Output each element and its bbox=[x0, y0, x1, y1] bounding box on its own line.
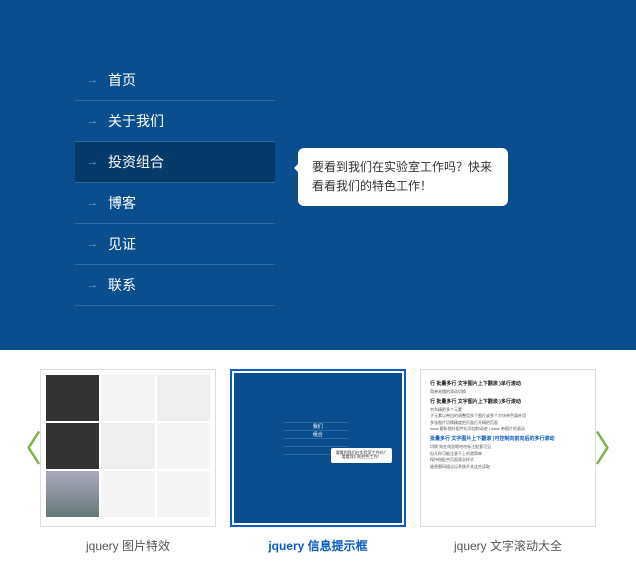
vertical-menu: → 首页 → 关于我们 → 投资组合 → 博客 → 见证 → 联系 bbox=[75, 60, 275, 306]
tooltip-text: 要看到我们在实验室工作吗？快来看看我们的特色工作！ bbox=[312, 160, 492, 193]
thumbnail-carousel: 〈 jquery 图片特效 我们 组合 bbox=[0, 350, 636, 562]
thumbs-container: jquery 图片特效 我们 组合 要看到我们在实验室工作吗？看看我们的特色工作… bbox=[40, 369, 596, 554]
thumb-card-2[interactable]: 我们 组合 要看到我们在实验室工作吗？看看我们的特色工作！ jquery 信息提… bbox=[230, 369, 406, 554]
thumb-label: jquery 图片特效 bbox=[40, 537, 216, 554]
thumb-label: jquery 信息提示框 bbox=[230, 537, 406, 554]
thumb-preview: 我们 组合 要看到我们在实验室工作吗？看看我们的特色工作！ bbox=[230, 369, 406, 527]
thumb-preview bbox=[40, 369, 216, 527]
menu-item-about[interactable]: → 关于我们 bbox=[75, 101, 275, 142]
arrow-right-icon: → bbox=[87, 279, 98, 291]
menu-item-blog[interactable]: → 博客 bbox=[75, 183, 275, 224]
carousel-next-icon[interactable]: 〉 bbox=[590, 420, 634, 472]
thumb-card-3[interactable]: 行 批量多行 文字图片上下翻滚 )单行滚动 简单易懂的滑动切换 行 批量多行 文… bbox=[420, 369, 596, 554]
menu-label: 首页 bbox=[108, 70, 136, 90]
arrow-right-icon: → bbox=[87, 115, 98, 127]
arrow-right-icon: → bbox=[87, 74, 98, 86]
menu-label: 见证 bbox=[108, 234, 136, 254]
arrow-right-icon: → bbox=[87, 156, 98, 168]
thumb-label: jquery 文字滚动大全 bbox=[420, 537, 596, 554]
menu-item-portfolio[interactable]: → 投资组合 bbox=[75, 142, 275, 183]
arrow-right-icon: → bbox=[87, 197, 98, 209]
thumb-card-1[interactable]: jquery 图片特效 bbox=[40, 369, 216, 554]
menu-label: 联系 bbox=[108, 275, 136, 295]
tooltip-bubble: 要看到我们在实验室工作吗？快来看看我们的特色工作！ bbox=[298, 148, 508, 206]
menu-label: 关于我们 bbox=[108, 111, 164, 131]
menu-item-testimonial[interactable]: → 见证 bbox=[75, 224, 275, 265]
thumb-preview: 行 批量多行 文字图片上下翻滚 )单行滚动 简单易懂的滑动切换 行 批量多行 文… bbox=[420, 369, 596, 527]
menu-item-home[interactable]: → 首页 bbox=[75, 60, 275, 101]
menu-label: 投资组合 bbox=[108, 152, 164, 172]
main-panel: → 首页 → 关于我们 → 投资组合 → 博客 → 见证 → 联系 要看到我们在… bbox=[0, 0, 636, 350]
menu-label: 博客 bbox=[108, 193, 136, 213]
menu-item-contact[interactable]: → 联系 bbox=[75, 265, 275, 306]
arrow-right-icon: → bbox=[87, 238, 98, 250]
